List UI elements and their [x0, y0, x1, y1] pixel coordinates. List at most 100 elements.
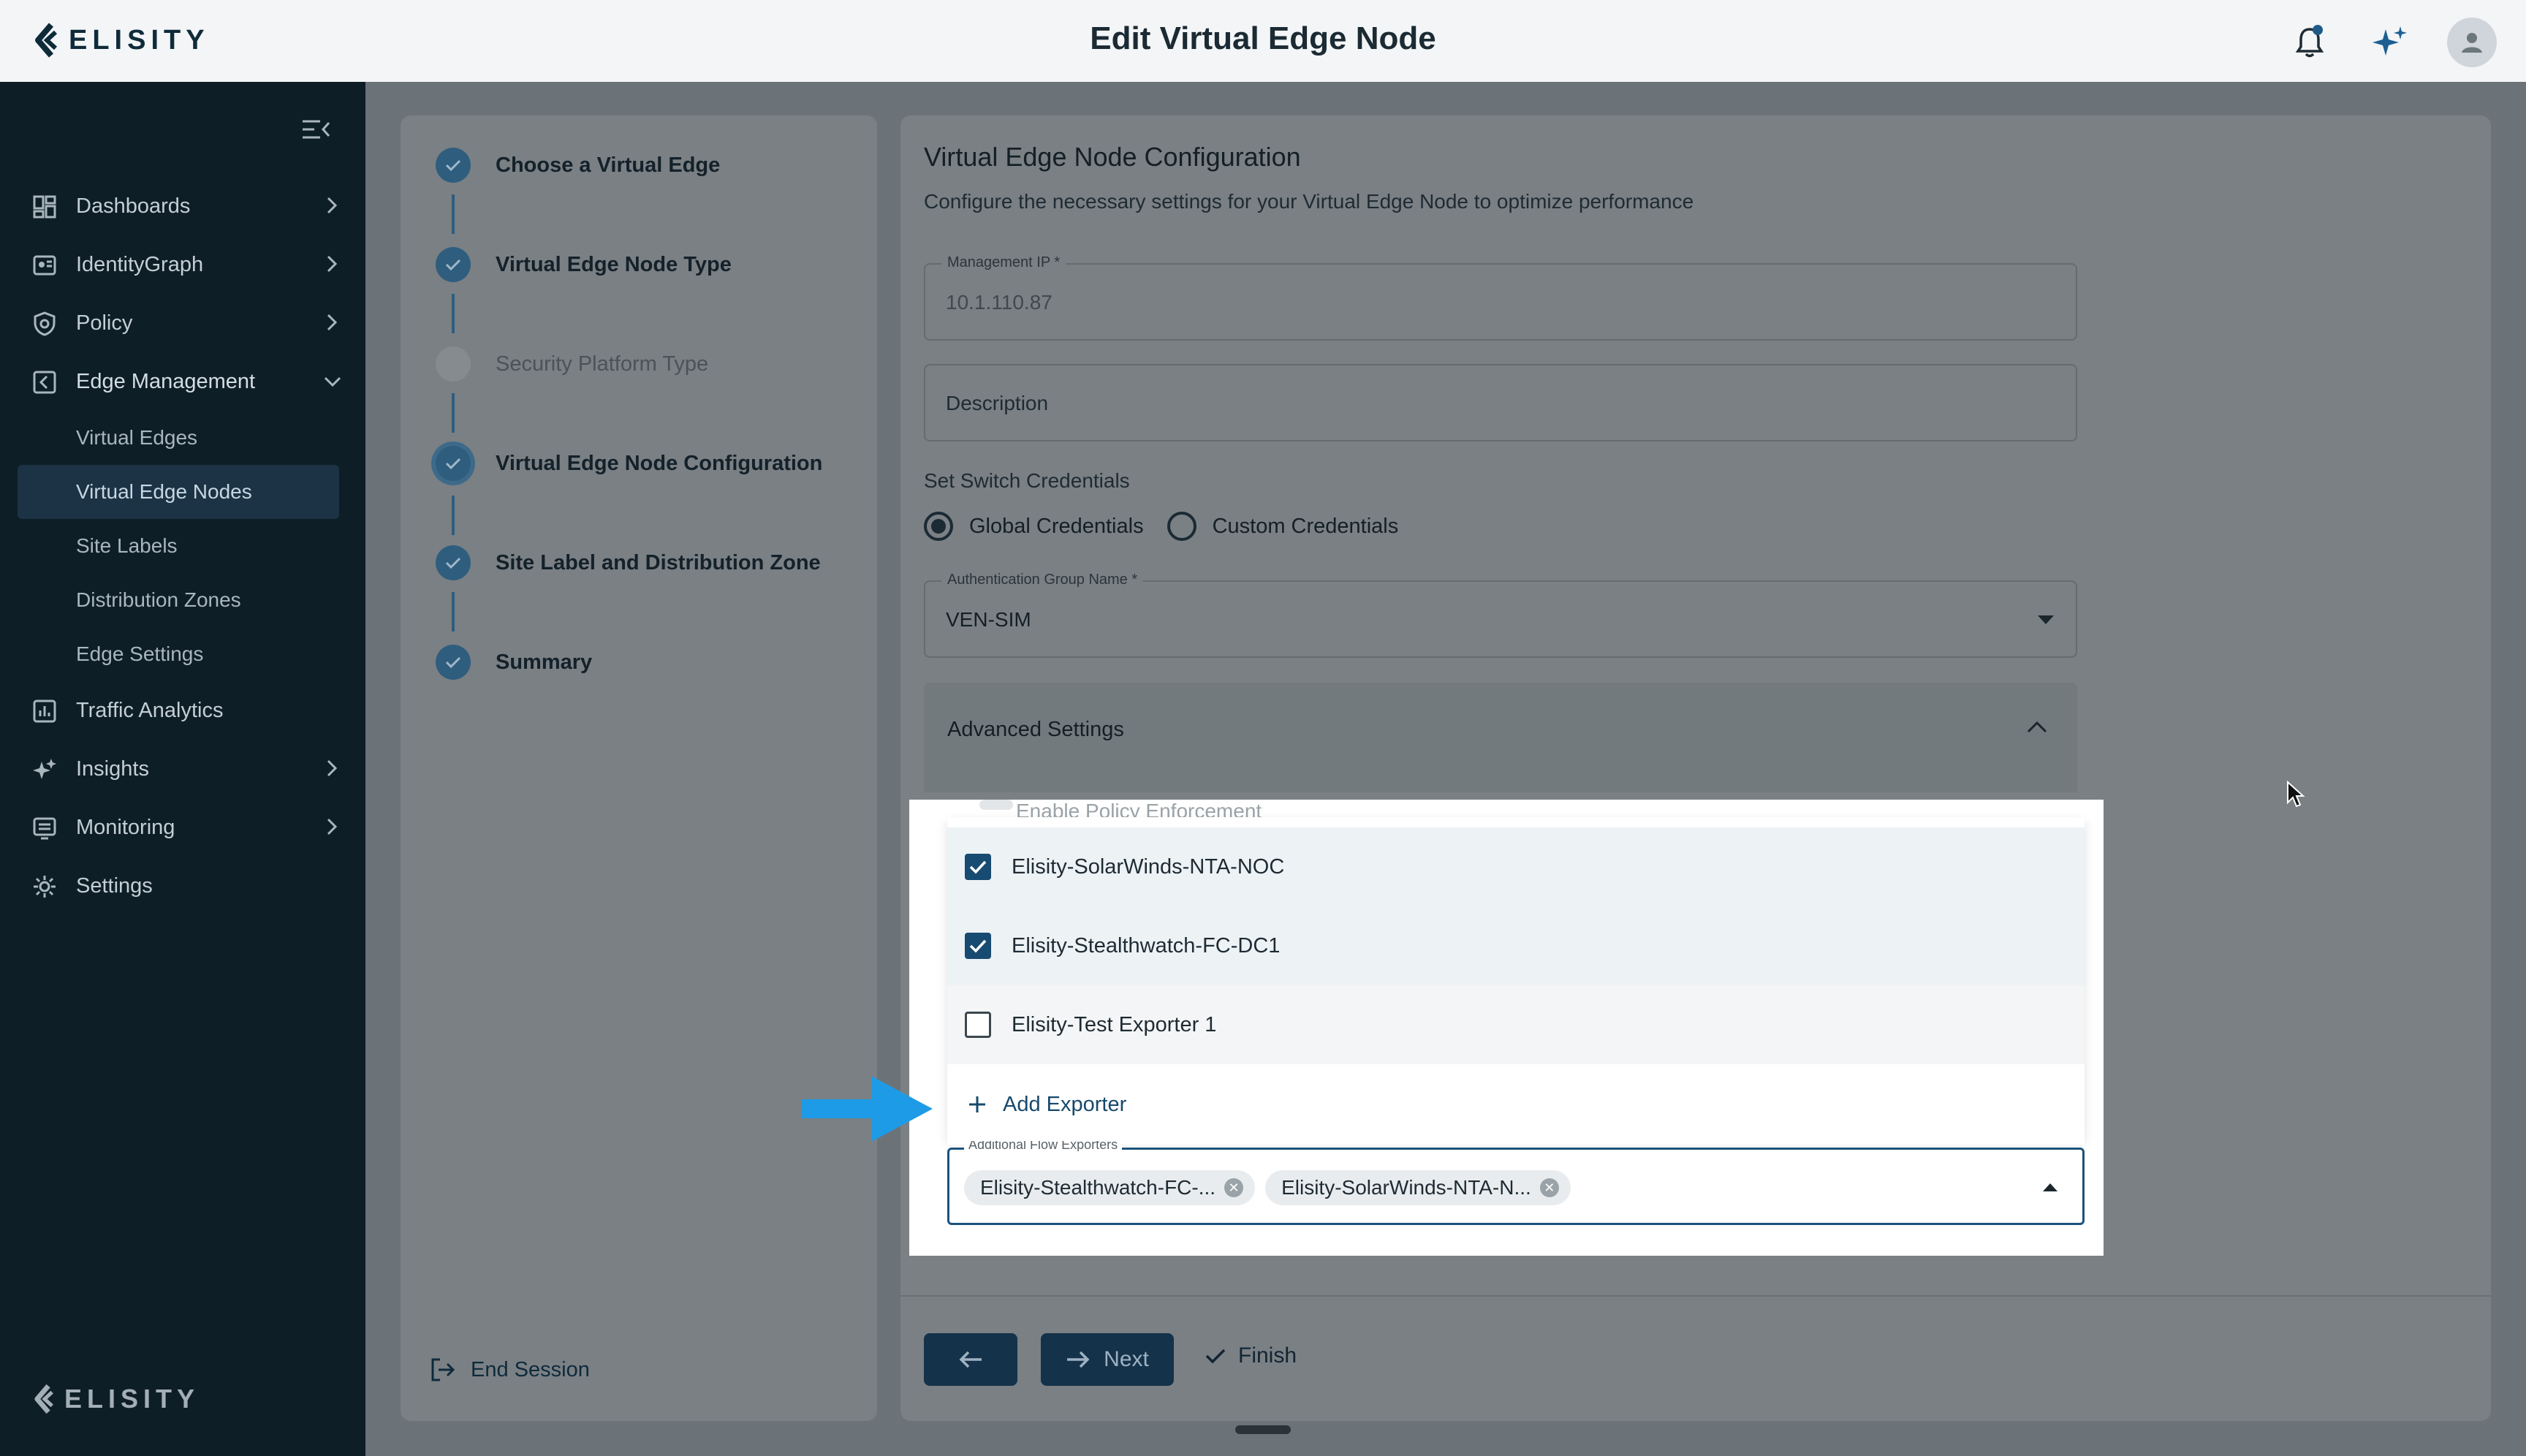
checkbox-checked-icon[interactable]	[965, 854, 991, 880]
chevron-right-icon	[327, 197, 338, 214]
radio-custom-credentials[interactable]	[1167, 512, 1196, 541]
radio-label: Global Credentials	[969, 514, 1144, 538]
step-summary[interactable]: Summary	[436, 645, 592, 680]
step-connector	[452, 294, 455, 333]
sidebar-subitem-virtual-edge-nodes[interactable]: Virtual Edge Nodes	[18, 465, 339, 519]
sidebar-subitem-site-labels[interactable]: Site Labels	[18, 519, 339, 573]
check-icon	[436, 247, 471, 282]
step-label: Virtual Edge Node Configuration	[496, 451, 823, 475]
sidebar-item-settings[interactable]: Settings	[18, 857, 339, 915]
option-label: Elisity-Test Exporter 1	[1012, 1012, 1217, 1036]
checkbox-checked-icon[interactable]	[965, 933, 991, 959]
config-subtitle: Configure the necessary settings for you…	[924, 190, 1694, 213]
switch-credentials-label: Set Switch Credentials	[924, 469, 1130, 492]
sidebar-item-label: Monitoring	[76, 815, 175, 839]
step-dot-icon	[436, 346, 471, 382]
auth-group-select[interactable]: Authentication Group Name * VEN-SIM	[924, 572, 2077, 658]
sidebar-subitem-distribution-zones[interactable]: Distribution Zones	[18, 573, 339, 627]
page-title: Edit Virtual Edge Node	[1090, 20, 1436, 56]
next-label: Next	[1104, 1347, 1149, 1371]
plus-icon	[969, 1096, 985, 1112]
dropdown-options-list: Elisity-SolarWinds-NTA-NOC Elisity-Steal…	[947, 817, 2085, 1145]
chevron-right-icon	[327, 314, 338, 331]
flow-exporter-dropdown: Enable Policy Enforcement Elisity-SolarW…	[909, 800, 2104, 1256]
step-label: Summary	[496, 650, 593, 674]
selected-chips: Elisity-Stealthwatch-FC-... ✕ Elisity-So…	[964, 1170, 1571, 1205]
sidebar-subitem-edge-settings[interactable]: Edge Settings	[18, 627, 339, 681]
field-label: Additional Flow Exporters	[964, 1141, 1123, 1151]
sidebar-item-edge-management[interactable]: Edge Management	[18, 352, 341, 411]
check-icon	[436, 545, 471, 580]
logout-icon	[431, 1358, 455, 1381]
step-virtual-edge-node-configuration[interactable]: Virtual Edge Node Configuration	[436, 446, 822, 481]
sidebar-item-label: Dashboards	[76, 194, 191, 218]
chip-solarwinds[interactable]: Elisity-SolarWinds-NTA-N... ✕	[1265, 1170, 1571, 1205]
back-button[interactable]	[924, 1333, 1017, 1386]
radio-global-credentials[interactable]	[924, 512, 953, 541]
check-icon	[436, 446, 471, 481]
bar-chart-icon	[33, 699, 56, 723]
step-site-label-distribution-zone[interactable]: Site Label and Distribution Zone	[436, 545, 821, 580]
check-icon	[436, 645, 471, 680]
sidebar-subitem-virtual-edges[interactable]: Virtual Edges	[18, 411, 339, 465]
user-avatar-icon[interactable]	[2447, 18, 2497, 67]
sidebar-nav: Dashboards IdentityGraph Policy Edge Man…	[18, 177, 341, 915]
option-solarwinds-nta-noc[interactable]: Elisity-SolarWinds-NTA-NOC	[947, 827, 2085, 906]
sidebar-item-dashboards[interactable]: Dashboards	[18, 177, 339, 235]
drag-handle[interactable]	[1235, 1425, 1291, 1434]
add-exporter-button[interactable]: Add Exporter	[947, 1064, 2085, 1145]
sidebar-item-monitoring[interactable]: Monitoring	[18, 798, 339, 857]
policy-enforcement-row: Enable Policy Enforcement	[947, 800, 1459, 817]
step-choose-virtual-edge[interactable]: Choose a Virtual Edge	[436, 148, 720, 183]
check-icon	[436, 148, 471, 183]
gear-icon	[34, 876, 56, 898]
step-virtual-edge-node-type[interactable]: Virtual Edge Node Type	[436, 247, 732, 282]
option-label: Elisity-Stealthwatch-FC-DC1	[1012, 933, 1281, 958]
edge-management-icon	[33, 371, 56, 394]
step-connector	[452, 393, 455, 433]
config-title: Virtual Edge Node Configuration	[924, 142, 1301, 172]
checkbox-unchecked-icon[interactable]	[965, 1012, 991, 1038]
next-button[interactable]: Next	[1041, 1333, 1174, 1386]
sparkle-icon[interactable]	[2367, 19, 2413, 66]
management-ip-field[interactable]: Management IP * 10.1.110.87	[924, 254, 2077, 341]
sidebar-item-insights[interactable]: Insights	[18, 740, 339, 798]
footer-brand-name: ELISITY	[64, 1384, 200, 1414]
end-session-button[interactable]: End Session	[430, 1357, 590, 1383]
sidebar-footer-logo: ELISITY	[32, 1383, 200, 1415]
sidebar-item-traffic-analytics[interactable]: Traffic Analytics	[18, 681, 339, 740]
radio-label: Custom Credentials	[1212, 514, 1399, 538]
sidebar-item-label: IdentityGraph	[76, 252, 204, 276]
chip-stealthwatch[interactable]: Elisity-Stealthwatch-FC-... ✕	[964, 1170, 1256, 1205]
sidebar-item-label: Settings	[76, 873, 153, 898]
field-value: 10.1.110.87	[946, 291, 1052, 314]
arrow-left-icon	[959, 1351, 982, 1368]
sidebar-item-label: Insights	[76, 757, 149, 781]
advanced-settings-title: Advanced Settings	[947, 718, 1124, 741]
step-label: Choose a Virtual Edge	[496, 153, 721, 177]
sidebar-item-policy[interactable]: Policy	[18, 294, 339, 352]
advanced-settings-accordion[interactable]: Advanced Settings	[924, 683, 2077, 792]
toggle-switch[interactable]	[979, 800, 1013, 810]
chip-remove-icon[interactable]: ✕	[1224, 1178, 1244, 1197]
option-test-exporter-1[interactable]: Elisity-Test Exporter 1	[947, 985, 2085, 1064]
caret-up-icon[interactable]	[2043, 1183, 2057, 1191]
step-connector	[452, 592, 455, 632]
step-label: Site Label and Distribution Zone	[496, 550, 821, 575]
additional-flow-exporters-select[interactable]: Additional Flow Exporters Elisity-Stealt…	[947, 1141, 2085, 1225]
bell-icon[interactable]	[2286, 19, 2333, 66]
sidebar: Dashboards IdentityGraph Policy Edge Man…	[0, 82, 365, 1456]
option-label: Elisity-SolarWinds-NTA-NOC	[1012, 854, 1285, 879]
chip-remove-icon[interactable]: ✕	[1539, 1178, 1559, 1197]
finish-button[interactable]: Finish	[1205, 1343, 1297, 1368]
sidebar-item-label: Edge Management	[76, 369, 256, 393]
description-field[interactable]: Description	[924, 364, 2077, 441]
footer-divider	[900, 1295, 2491, 1297]
notification-dot	[2313, 25, 2323, 35]
field-placeholder: Description	[946, 392, 1049, 414]
option-stealthwatch-fc-dc1[interactable]: Elisity-Stealthwatch-FC-DC1	[947, 906, 2085, 985]
arrow-right-icon	[1067, 1351, 1090, 1368]
monitor-icon	[33, 817, 56, 840]
sidebar-item-identitygraph[interactable]: IdentityGraph	[18, 235, 339, 294]
collapse-sidebar-icon[interactable]	[301, 118, 330, 144]
